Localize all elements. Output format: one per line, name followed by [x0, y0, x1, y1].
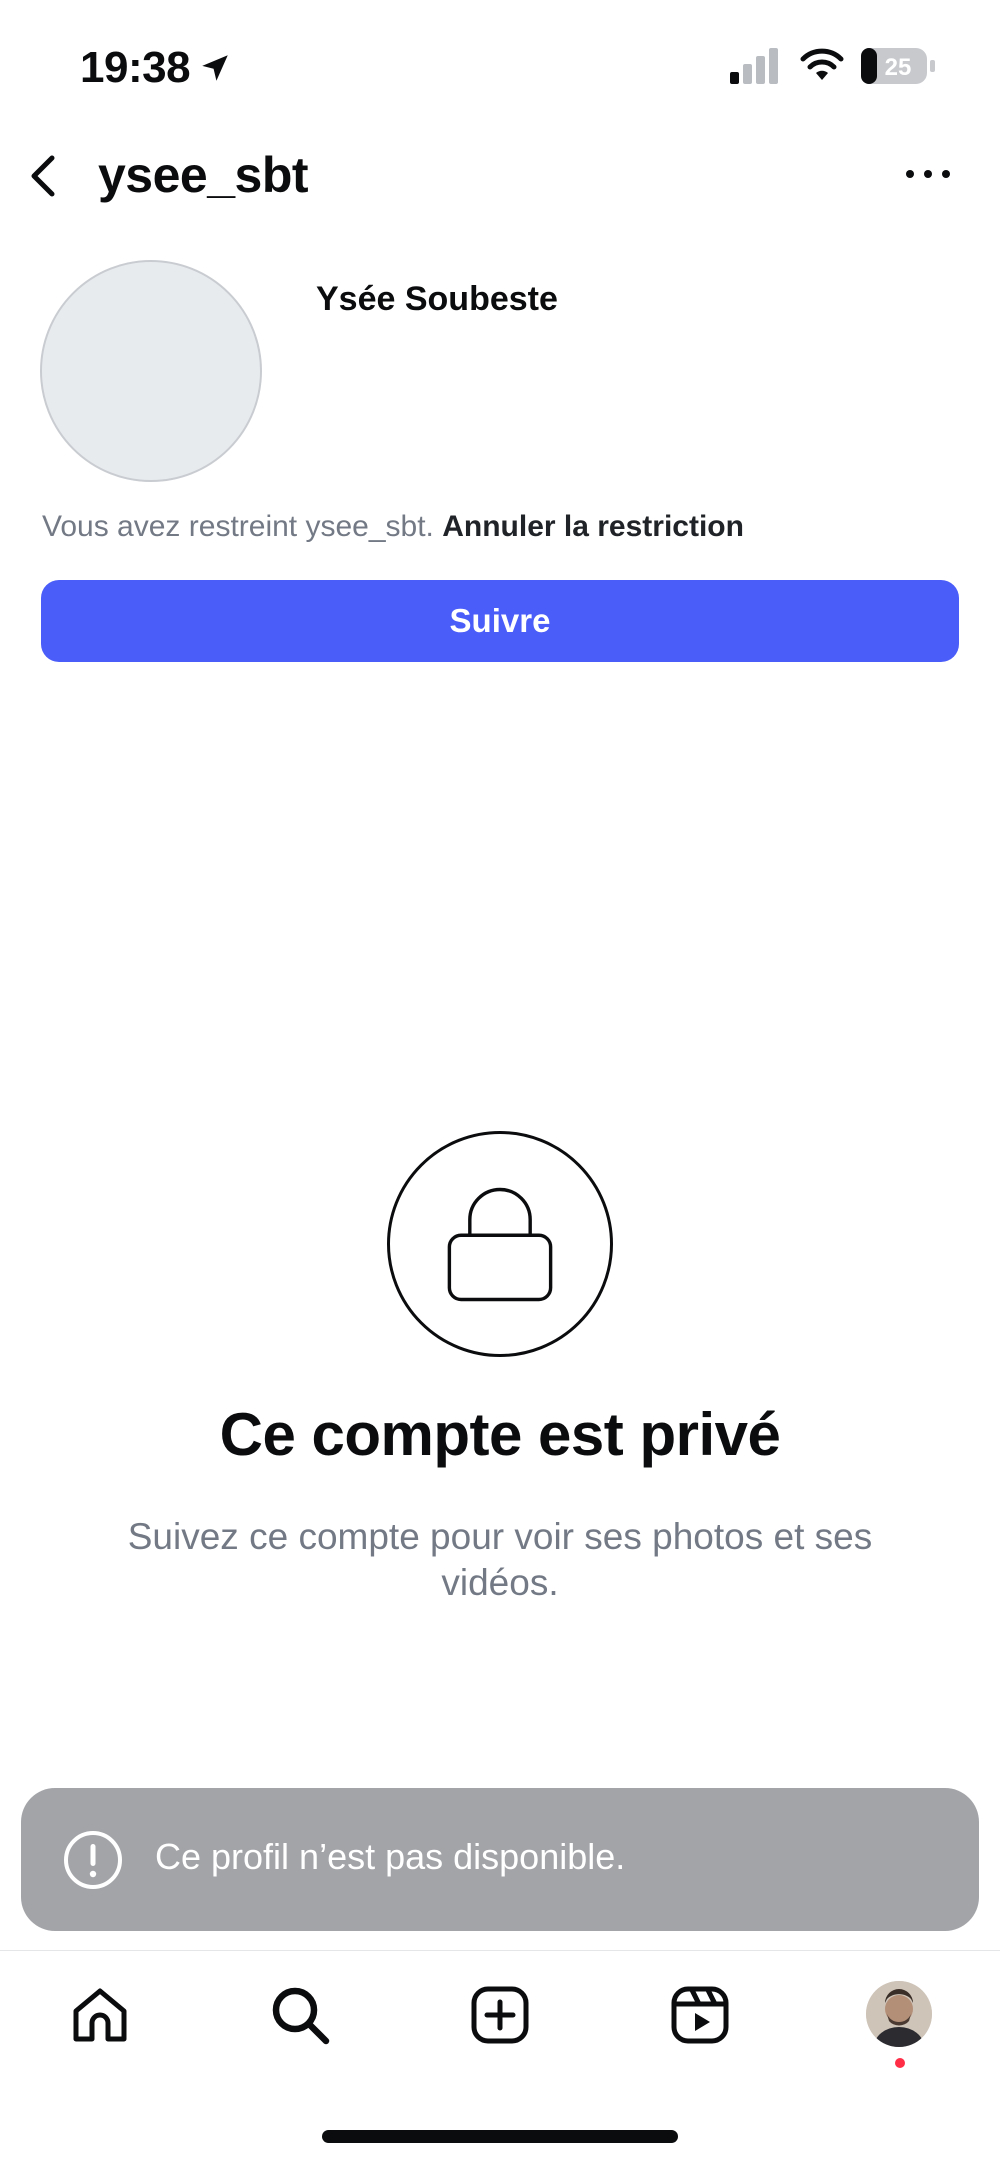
restriction-text: Vous avez restreint ysee_sbt.	[42, 510, 434, 543]
tab-search[interactable]	[268, 1983, 332, 2047]
home-indicator[interactable]	[322, 2130, 678, 2143]
display-name: Ysée Soubeste	[316, 280, 558, 318]
status-time-group: 19:38	[80, 40, 232, 96]
lock-icon	[387, 1131, 613, 1357]
profile-avatar-icon	[866, 1981, 932, 2047]
tab-home[interactable]	[68, 1983, 132, 2047]
unrestrict-link[interactable]: Annuler la restriction	[442, 510, 744, 543]
home-icon	[73, 1988, 127, 2042]
wifi-icon	[800, 48, 844, 80]
create-icon	[471, 1986, 529, 2044]
cellular-signal-icon	[730, 48, 778, 84]
private-account-subtitle: Suivez ce compte pour voir ses photos et…	[127, 1516, 873, 1603]
back-chevron-icon[interactable]	[18, 150, 70, 202]
search-icon	[272, 1987, 330, 2045]
restriction-notice: Vous avez restreint ysee_sbt. Annuler la…	[42, 510, 744, 544]
toast-notification: Ce profil n’est pas disponible.	[21, 1788, 979, 1931]
tab-profile[interactable]	[866, 1981, 932, 2047]
status-time: 19:38	[80, 43, 191, 92]
private-account-title: Ce compte est privé	[219, 1401, 781, 1468]
battery-icon: 25	[861, 48, 935, 84]
profile-header: ysee_sbt	[0, 132, 1000, 222]
status-bar: 19:38 25	[0, 0, 1000, 132]
battery-level: 25	[885, 54, 912, 81]
profile-avatar[interactable]	[40, 260, 262, 482]
notification-dot	[895, 2058, 905, 2068]
tab-reels[interactable]	[668, 1983, 732, 2047]
location-arrow-icon	[202, 55, 228, 81]
follow-button[interactable]: Suivre	[41, 580, 959, 662]
toast-message: Ce profil n’est pas disponible.	[155, 1836, 626, 1877]
exclamation-circle-icon	[64, 1831, 122, 1889]
tab-create[interactable]	[468, 1983, 532, 2047]
page-title: ysee_sbt	[98, 147, 309, 203]
reels-icon	[671, 1986, 729, 2044]
more-options-icon[interactable]	[900, 160, 956, 188]
